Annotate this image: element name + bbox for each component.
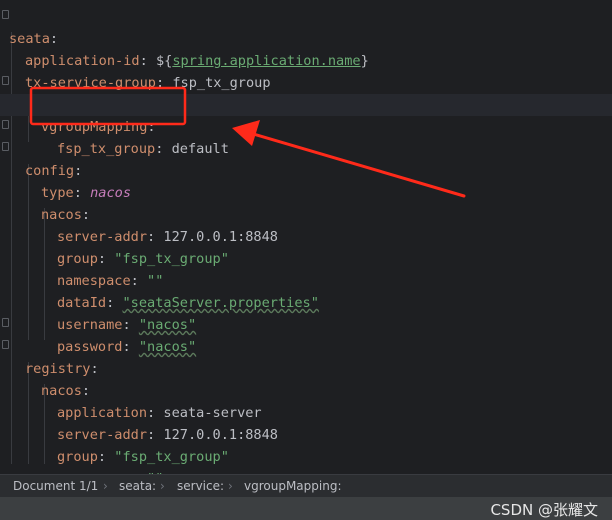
code-line[interactable]: type: nacos — [0, 160, 612, 201]
code-line[interactable]: registry: — [0, 336, 612, 377]
code-line[interactable]: fsp_tx_group: default — [0, 116, 612, 157]
breadcrumb-item-vgroupmapping[interactable]: vgroupMapping: — [244, 475, 342, 497]
code-line[interactable]: application: seata-server — [0, 380, 612, 421]
code-line[interactable]: config: — [0, 138, 612, 179]
breadcrumb-item-service[interactable]: service: — [177, 475, 224, 497]
document-indicator[interactable]: Document 1/1 — [13, 475, 98, 497]
breadcrumb-item-seata[interactable]: seata: — [119, 475, 156, 497]
code-line[interactable]: namespace: "" — [0, 248, 612, 289]
watermark: CSDN @张耀文 — [490, 501, 598, 519]
code-line[interactable]: namespace: "" — [0, 446, 612, 474]
code-line[interactable]: username: "nacos" — [0, 292, 612, 333]
code-line[interactable]: seata: — [0, 6, 612, 47]
code-line[interactable]: server-addr: 127.0.0.1:8848 — [0, 204, 612, 245]
code-line[interactable]: nacos: — [0, 182, 612, 223]
code-line[interactable]: group: "fsp_tx_group" — [0, 226, 612, 267]
code-line-current[interactable]: vgroupMapping: — [0, 94, 612, 135]
code-line[interactable]: group: "fsp_tx_group" — [0, 424, 612, 465]
breadcrumb-separator: › — [228, 479, 233, 493]
code-line[interactable]: application-id: ${spring.application.nam… — [0, 28, 612, 69]
breadcrumb-status-bar: Document 1/1 › seata: › service: › vgrou… — [0, 474, 612, 497]
code-line[interactable]: nacos: — [0, 358, 612, 399]
code-line[interactable]: service: — [0, 72, 612, 113]
code-editor[interactable]: seata: application-id: ${spring.applicat… — [0, 0, 612, 474]
code-line[interactable]: tx-service-group: fsp_tx_group — [0, 50, 612, 91]
code-line[interactable]: password: "nacos" — [0, 314, 612, 355]
breadcrumb-separator: › — [160, 479, 165, 493]
code-line[interactable]: server-addr: 127.0.0.1:8848 — [0, 402, 612, 443]
code-line[interactable]: dataId: "seataServer.properties" — [0, 270, 612, 311]
breadcrumb-separator: › — [103, 479, 108, 493]
